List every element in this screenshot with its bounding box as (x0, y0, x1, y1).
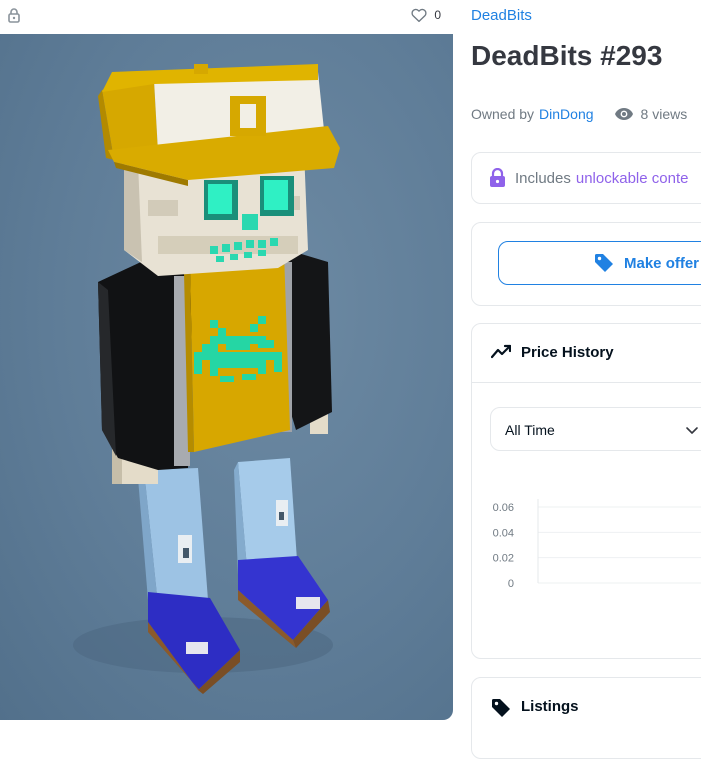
price-history-title: Price History (521, 344, 614, 361)
time-range-value: All Time (505, 422, 555, 438)
chevron-down-icon (686, 427, 698, 434)
time-range-select[interactable]: All Time (490, 407, 701, 451)
media-header: 0 (0, 0, 453, 34)
voxel-character-image (73, 64, 340, 694)
make-offer-button[interactable]: Make offer (498, 241, 701, 285)
favorite-button[interactable]: 0 (410, 6, 441, 24)
price-history-panel: Price History All Time 0.06 0.04 0.02 0 (471, 323, 701, 659)
y-tick-label: 0.04 (493, 527, 514, 539)
media-card: 0 (0, 0, 453, 720)
heart-icon (411, 8, 427, 23)
y-tick-label: 0 (508, 578, 514, 590)
y-tick-label: 0.06 (493, 502, 514, 514)
price-history-header[interactable]: Price History (472, 324, 701, 383)
tag-icon (595, 254, 613, 272)
lock-icon (490, 168, 505, 187)
nft-image[interactable] (0, 34, 453, 720)
owned-by-label: Owned by (471, 106, 535, 122)
owner-link[interactable]: DinDong (539, 106, 593, 122)
listings-title: Listings (521, 698, 579, 715)
unlockable-prefix: Includes (515, 169, 571, 187)
y-tick-label: 0.02 (493, 553, 514, 565)
unlockable-row: Includes unlockable conte (489, 168, 688, 188)
unlockable-link[interactable]: unlockable conte (576, 170, 689, 187)
make-offer-label: Make offer (624, 254, 700, 272)
unlockable-content-panel[interactable]: Includes unlockable conte (471, 152, 701, 204)
item-title: DeadBits #293 (471, 40, 663, 71)
views-count: 8 views (640, 106, 688, 122)
tag-icon (492, 699, 510, 717)
lock-icon (8, 8, 20, 23)
price-history-chart: 0.06 0.04 0.02 0 (493, 499, 701, 590)
trend-icon (491, 344, 511, 359)
offer-panel: Make offer (471, 222, 701, 306)
eye-icon (614, 108, 633, 120)
owner-row: Owned by DinDong 8 views (471, 106, 687, 122)
collection-link[interactable]: DeadBits (471, 7, 532, 24)
listings-panel[interactable]: Listings (471, 677, 701, 759)
favorite-count: 0 (434, 8, 441, 22)
